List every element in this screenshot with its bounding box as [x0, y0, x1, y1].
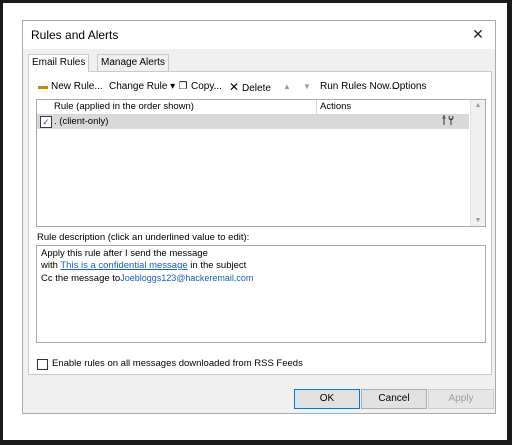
delete-button[interactable]: ✕ Delete — [228, 79, 271, 95]
delete-label: Delete — [242, 83, 271, 94]
tab-email-rules[interactable]: Email Rules — [28, 54, 90, 72]
new-rule-icon: ▬ — [38, 81, 48, 92]
rules-and-alerts-dialog: Rules and Alerts ✕ Email Rules Manage Al… — [22, 20, 496, 414]
column-divider — [316, 100, 317, 114]
email-rules-panel: ▬ New Rule... Change Rule ▾ ❐ Copy... ✕ Del… — [28, 71, 492, 375]
copy-label: Copy... — [191, 81, 222, 92]
rule-name: . (client-only) — [54, 116, 109, 127]
rule-enabled-checkbox[interactable]: ✓ — [40, 116, 52, 128]
options-button[interactable]: Options — [392, 79, 426, 95]
scroll-down-arrow-icon[interactable]: ▼ — [471, 217, 485, 224]
tab-manage-alerts[interactable]: Manage Alerts — [97, 54, 169, 71]
screenshot-frame: Rules and Alerts ✕ Email Rules Manage Al… — [3, 3, 507, 440]
rule-description-box: Apply this rule after I send the message… — [36, 245, 486, 343]
description-line-3: Cc the message toJoebloggs123@hackeremai… — [41, 272, 253, 285]
rules-list: Rule (applied in the order shown) Action… — [36, 99, 486, 227]
scroll-up-arrow-icon[interactable]: ▲ — [471, 102, 485, 109]
column-header-rule[interactable]: Rule (applied in the order shown) — [54, 100, 194, 114]
description-line-2: with This is a confidential message in t… — [41, 260, 246, 272]
move-down-button[interactable]: ▼ — [303, 79, 311, 95]
description-line-2-prefix: with — [41, 260, 61, 271]
rules-list-scrollbar[interactable]: ▲ ▼ — [470, 100, 485, 226]
rules-list-header: Rule (applied in the order shown) Action… — [37, 100, 469, 115]
rss-checkbox[interactable] — [37, 359, 48, 370]
settings-icon[interactable] — [442, 115, 454, 131]
description-line-1: Apply this rule after I send the message — [41, 248, 208, 259]
title-bar: Rules and Alerts ✕ — [23, 21, 495, 49]
run-rules-now-button[interactable]: Run Rules Now... — [320, 79, 397, 95]
dialog-title: Rules and Alerts — [31, 28, 119, 42]
description-line-3-prefix: Cc the message to — [41, 273, 121, 284]
delete-icon: ✕ — [228, 80, 240, 94]
rss-checkbox-label[interactable]: Enable rules on all messages downloaded … — [52, 357, 303, 371]
description-line-2-suffix: in the subject — [187, 260, 247, 271]
rules-toolbar: ▬ New Rule... Change Rule ▾ ❐ Copy... ✕ Del… — [37, 79, 487, 95]
new-rule-label: New Rule... — [51, 81, 103, 92]
copy-icon: ❐ — [178, 81, 188, 92]
column-header-actions[interactable]: Actions — [320, 100, 351, 114]
close-icon[interactable]: ✕ — [467, 24, 489, 44]
move-up-button[interactable]: ▲ — [283, 79, 291, 95]
settings-icon-graphic — [442, 115, 454, 125]
copy-button[interactable]: ❐ Copy... — [177, 79, 222, 95]
rule-description-label: Rule description (click an underlined va… — [37, 232, 250, 243]
cc-address-link[interactable]: Joebloggs123@hackeremail.com — [120, 273, 253, 283]
new-rule-button[interactable]: ▬ New Rule... — [37, 79, 103, 95]
change-rule-button[interactable]: Change Rule ▾ — [109, 79, 175, 95]
table-row[interactable]: ✓ . (client-only) — [37, 115, 469, 129]
ok-button[interactable]: OK — [294, 389, 360, 409]
cancel-button[interactable]: Cancel — [361, 389, 427, 409]
subject-words-link[interactable]: This is a confidential message — [60, 260, 187, 271]
apply-button[interactable]: Apply — [428, 389, 494, 409]
